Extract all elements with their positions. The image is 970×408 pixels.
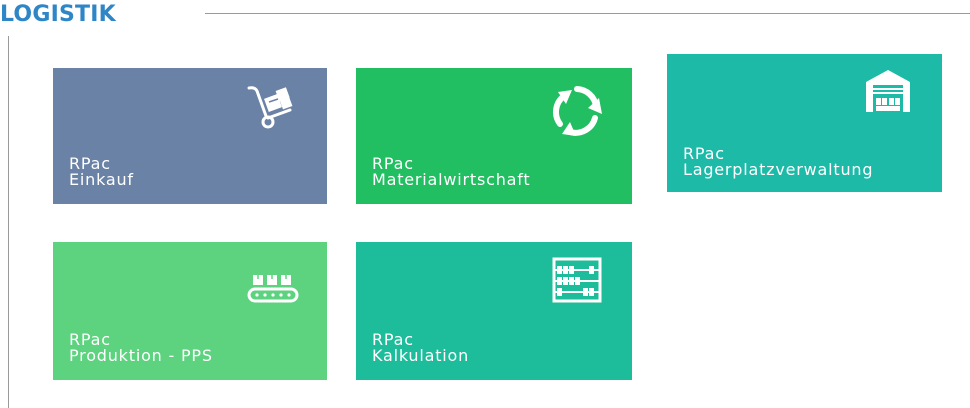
tile-label: RPac Produktion - PPS (69, 332, 213, 364)
tile-label: RPac Lagerplatzverwaltung (683, 146, 873, 178)
tile-label-line2: Kalkulation (372, 346, 470, 365)
tile-label: RPac Kalkulation (372, 332, 469, 364)
tile-label: RPac Einkauf (69, 156, 134, 188)
tile-label-line2: Produktion - PPS (69, 346, 213, 365)
tile-materialwirtschaft[interactable]: RPac Materialwirtschaft (356, 68, 632, 204)
abacus-icon (551, 256, 605, 304)
tile-produktion-pps[interactable]: RPac Produktion - PPS (53, 242, 327, 380)
hand-truck-boxes-icon (246, 84, 294, 132)
warehouse-icon (864, 68, 912, 114)
recycle-arrows-icon (550, 84, 604, 138)
tile-label: RPac Materialwirtschaft (372, 156, 531, 188)
section-title: LOGISTIK (0, 2, 116, 27)
tile-label-line2: Lagerplatzverwaltung (683, 160, 874, 179)
conveyor-belt-icon (246, 272, 300, 310)
tile-einkauf[interactable]: RPac Einkauf (53, 68, 327, 204)
tile-lagerplatzverwaltung[interactable]: RPac Lagerplatzverwaltung (667, 54, 942, 192)
title-divider (205, 13, 970, 14)
section-left-border (8, 36, 9, 408)
tile-kalkulation[interactable]: RPac Kalkulation (356, 242, 632, 380)
tile-label-line2: Materialwirtschaft (372, 170, 531, 189)
tile-label-line2: Einkauf (69, 170, 134, 189)
